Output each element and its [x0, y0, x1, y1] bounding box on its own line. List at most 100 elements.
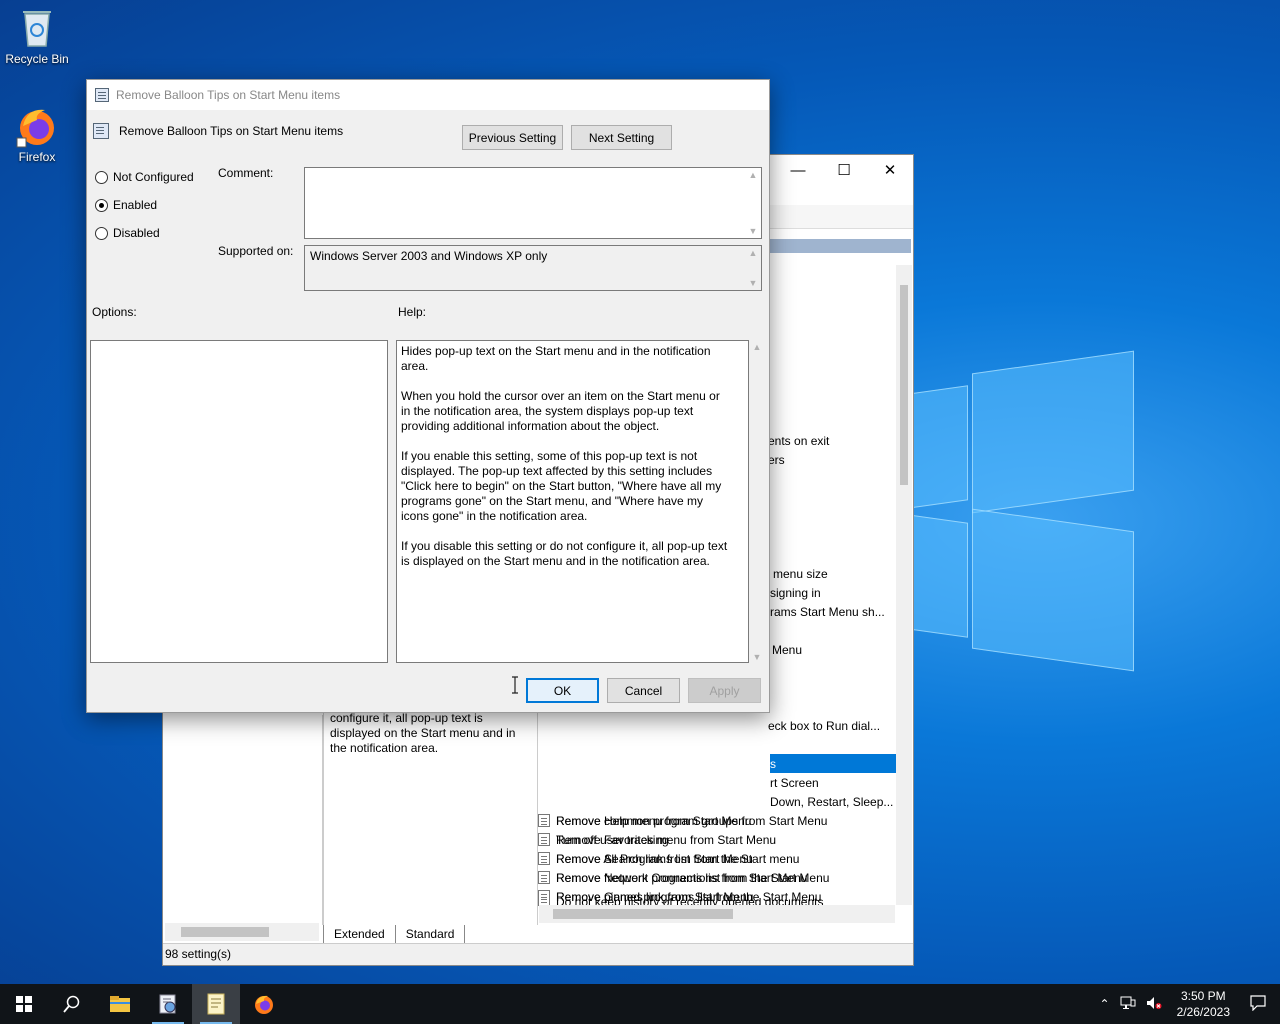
firefox-label: Firefox	[18, 150, 56, 164]
clock-time: 3:50 PM	[1180, 989, 1226, 1003]
policy-icon	[538, 814, 550, 827]
comment-scrollbar[interactable]: ▲ ▼	[745, 168, 761, 238]
wallpaper-windows-logo	[900, 350, 1140, 672]
file-explorer-button[interactable]	[96, 984, 144, 1024]
status-bar: 98 setting(s)	[163, 943, 913, 965]
options-label: Options:	[92, 305, 137, 319]
vertical-scrollbar[interactable]	[896, 265, 912, 905]
close-icon[interactable]: ✕	[867, 155, 913, 185]
help-paragraph: When you hold the cursor over an item on…	[401, 389, 720, 433]
clock-date: 2/26/2023	[1176, 1005, 1230, 1019]
setting-description: configure it, all pop-up text is display…	[323, 705, 538, 925]
scroll-down-icon[interactable]: ▼	[753, 652, 762, 662]
group-policy-button[interactable]	[144, 984, 192, 1024]
supported-on-field: Windows Server 2003 and Windows XP only …	[304, 245, 762, 291]
list-item[interactable]: eck box to Run dial...	[768, 716, 896, 735]
radio-button-selected	[95, 198, 108, 212]
list-item-selected[interactable]: s	[770, 754, 896, 773]
list-item[interactable]: menu size	[773, 564, 896, 583]
firefox-taskbar-button[interactable]	[240, 984, 288, 1024]
policy-icon	[538, 871, 550, 884]
help-scrollbar[interactable]: ▲ ▼	[749, 342, 765, 662]
list-item[interactable]: ers	[768, 450, 896, 469]
tab-extended[interactable]: Extended	[323, 925, 396, 945]
list-item[interactable]: Remove Network Connections from Start Me…	[538, 868, 896, 887]
help-label: Help:	[398, 305, 427, 319]
next-setting-button[interactable]: Next Setting	[571, 125, 672, 150]
notepad-button[interactable]	[192, 984, 240, 1024]
scroll-up-icon[interactable]: ▲	[749, 170, 758, 180]
supported-scrollbar[interactable]: ▲ ▼	[745, 246, 761, 290]
list-item[interactable]: ents on exit	[768, 431, 896, 450]
chevron-up-icon[interactable]: ⌃	[1095, 997, 1115, 1011]
supported-on-label: Supported on:	[218, 244, 294, 258]
scroll-down-icon[interactable]: ▼	[749, 278, 758, 288]
help-paragraph: If you disable this setting or do not co…	[401, 539, 728, 568]
radio-enabled[interactable]: Enabled	[95, 198, 157, 212]
setting-icon	[93, 123, 109, 139]
cancel-button[interactable]: Cancel	[607, 678, 680, 703]
scroll-up-icon[interactable]: ▲	[749, 248, 758, 258]
setting-name: Remove Balloon Tips on Start Menu items	[119, 124, 344, 138]
text-cursor-icon	[511, 676, 519, 694]
list-item[interactable]: Down, Restart, Sleep...	[770, 792, 896, 811]
help-paragraph: Hides pop-up text on the Start menu and …	[401, 344, 711, 373]
policy-icon	[538, 852, 550, 865]
apply-button[interactable]: Apply	[688, 678, 761, 703]
recycle-bin-label: Recycle Bin	[5, 52, 69, 66]
firefox-icon	[255, 995, 273, 1014]
previous-setting-button[interactable]: Previous Setting	[462, 125, 563, 150]
firefox-shortcut[interactable]: Firefox	[0, 104, 74, 164]
comment-field[interactable]: ▲ ▼	[304, 167, 762, 239]
ok-button[interactable]: OK	[526, 678, 599, 703]
list-item[interactable]: rt Screen	[770, 773, 896, 792]
tree-pane	[163, 715, 323, 925]
list-horizontal-scrollbar[interactable]	[539, 905, 895, 923]
dialog-title-bar: Remove Balloon Tips on Start Menu items	[87, 80, 769, 110]
policy-setting-dialog: Remove Balloon Tips on Start Menu items …	[86, 79, 770, 713]
list-item[interactable]: Menu	[772, 640, 896, 659]
file-explorer-icon	[110, 996, 130, 1012]
clock[interactable]: 3:50 PM 2/26/2023	[1167, 988, 1240, 1020]
minimize-icon[interactable]: —	[775, 155, 821, 185]
comment-label: Comment:	[218, 166, 274, 180]
policy-icon	[95, 88, 109, 102]
dialog-window-title: Remove Balloon Tips on Start Menu items	[116, 88, 341, 102]
tree-horizontal-scrollbar[interactable]	[165, 923, 319, 941]
group-policy-icon	[159, 994, 176, 1014]
system-tray: ⌃ 3:50 PM 2/26/2023	[1095, 984, 1280, 1024]
start-icon	[16, 996, 32, 1012]
list-item[interactable]: signing in	[770, 583, 896, 602]
radio-disabled[interactable]: Disabled	[95, 226, 160, 240]
radio-button	[95, 170, 108, 184]
notepad-icon	[207, 993, 225, 1015]
view-tabs: Extended Standard	[323, 925, 466, 945]
radio-button	[95, 226, 108, 240]
scrollbar-thumb[interactable]	[900, 285, 908, 485]
search-button[interactable]	[48, 984, 96, 1024]
scroll-up-icon[interactable]: ▲	[753, 342, 762, 352]
taskbar: ⌃ 3:50 PM 2/26/2023	[0, 984, 1280, 1024]
radio-not-configured[interactable]: Not Configured	[95, 170, 194, 184]
list-item[interactable]: rams Start Menu sh...	[770, 602, 896, 621]
recycle-bin-icon	[15, 6, 59, 50]
list-item[interactable]: Remove Help menu from Start Menu	[538, 811, 896, 830]
setting-header: Remove Balloon Tips on Start Menu items	[93, 123, 343, 139]
scroll-down-icon[interactable]: ▼	[749, 226, 758, 236]
maximize-icon[interactable]: ☐	[821, 155, 867, 185]
settings-list-continued: Remove Help menu from Start Menu Turn of…	[538, 811, 896, 905]
volume-muted-icon[interactable]	[1141, 996, 1167, 1013]
list-item[interactable]: Remove All Programs list from the Start …	[538, 849, 896, 868]
help-paragraph: If you enable this setting, some of this…	[401, 449, 722, 523]
list-item[interactable]: Turn off user tracking	[538, 830, 896, 849]
search-icon	[63, 995, 80, 1013]
recycle-bin-shortcut[interactable]: Recycle Bin	[0, 6, 74, 66]
tab-standard[interactable]: Standard	[394, 925, 466, 945]
policy-icon	[538, 833, 550, 846]
start-button[interactable]	[0, 984, 48, 1024]
column-header	[769, 239, 911, 253]
firefox-icon	[15, 104, 59, 148]
notifications-icon[interactable]	[1240, 994, 1280, 1014]
help-text-panel: Hides pop-up text on the Start menu and …	[396, 340, 749, 663]
network-icon[interactable]	[1115, 996, 1141, 1013]
